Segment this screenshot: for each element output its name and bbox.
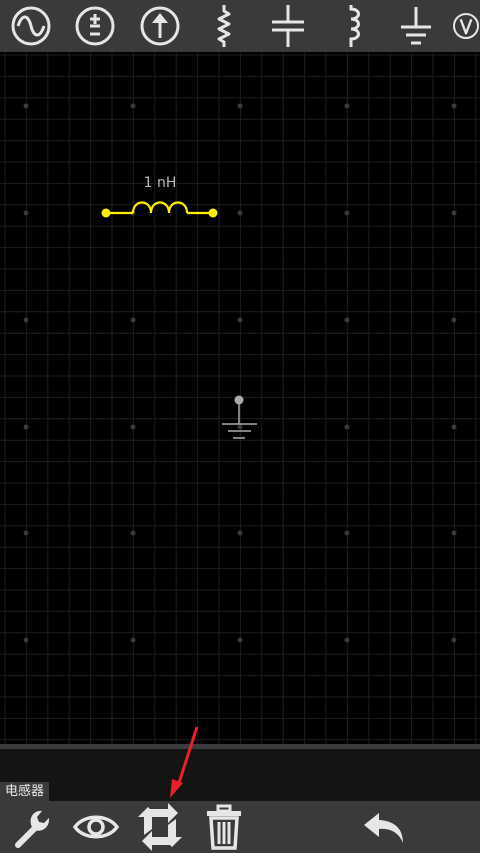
ground-component[interactable] [222, 395, 257, 439]
current-source-button[interactable] [134, 0, 186, 52]
circuit-layer: 1 nH [101, 175, 257, 439]
resistor-button[interactable] [198, 0, 250, 52]
delete-button[interactable] [196, 801, 252, 853]
ground-button[interactable] [390, 0, 442, 52]
inductor-terminal-right[interactable] [208, 208, 218, 218]
current-source-icon [140, 6, 180, 46]
rotate-button[interactable] [132, 801, 188, 853]
ground-icon [401, 7, 431, 45]
inductor-button[interactable] [326, 0, 378, 52]
undo-button[interactable] [356, 801, 412, 853]
eye-icon [72, 815, 120, 839]
component-toolbar [0, 0, 480, 53]
ac-source-button[interactable] [5, 0, 57, 52]
ac-source-icon [11, 6, 51, 46]
trash-icon [207, 804, 241, 850]
settings-button[interactable] [4, 801, 60, 853]
inductor-terminal-left[interactable] [101, 208, 111, 218]
dc-source-icon [75, 6, 115, 46]
voltmeter-button[interactable] [452, 0, 480, 52]
circuit-canvas[interactable]: 1 nH [0, 52, 480, 744]
capacitor-button[interactable] [262, 0, 314, 52]
voltmeter-icon [453, 13, 479, 39]
inductor-value-label: 1 nH [144, 175, 177, 191]
view-button[interactable] [68, 801, 124, 853]
wrench-icon [15, 810, 50, 848]
capacitor-icon [272, 5, 304, 47]
rotate-icon [138, 803, 182, 851]
undo-icon [364, 813, 403, 843]
dc-source-button[interactable] [69, 0, 121, 52]
inductor-icon [349, 5, 360, 47]
selection-hint-label: 电感器 [0, 782, 50, 802]
info-panel [0, 749, 480, 801]
action-toolbar [0, 801, 480, 853]
inductor-component[interactable]: 1 nH [101, 175, 218, 218]
resistor-icon [217, 5, 231, 47]
